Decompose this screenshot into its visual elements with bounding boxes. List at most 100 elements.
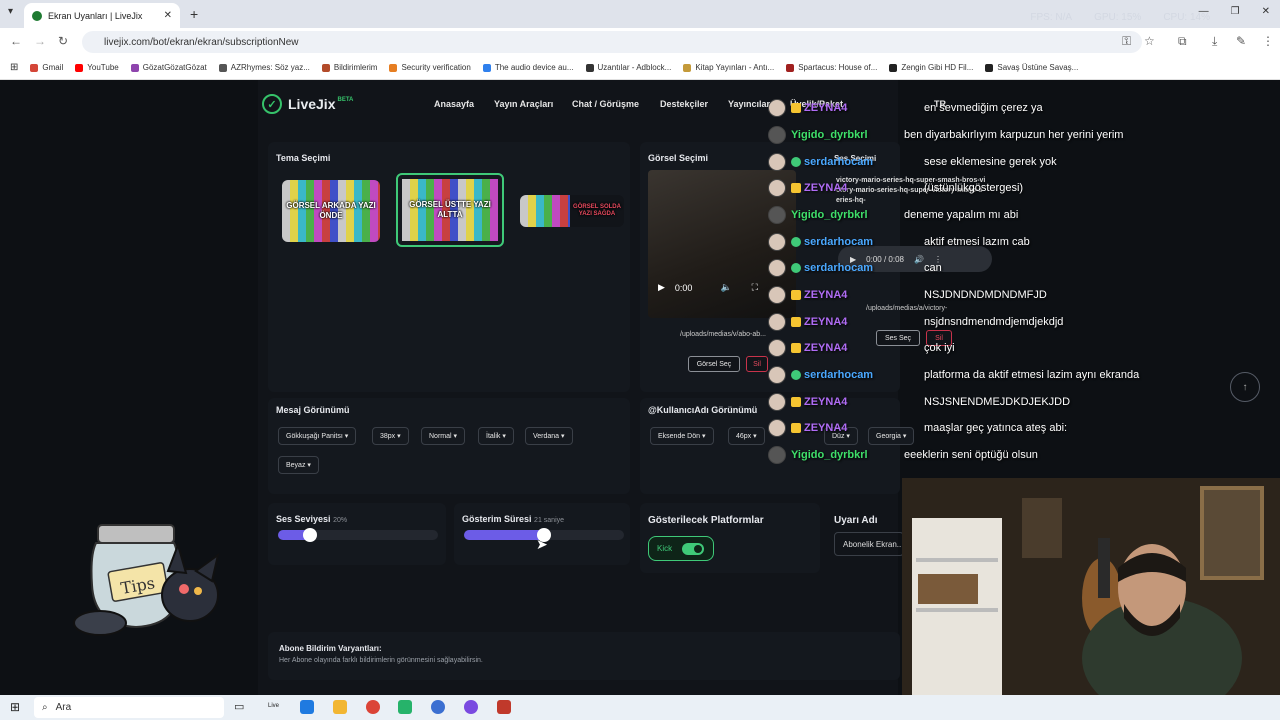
- chrome-icon[interactable]: [366, 700, 380, 714]
- volume-slider-knob[interactable]: [303, 528, 317, 542]
- minimize-icon[interactable]: —: [1199, 6, 1209, 17]
- kick-toggle[interactable]: Kick: [648, 536, 714, 561]
- chat-message: Yigido_dyrbkrl: [768, 443, 868, 467]
- new-tab-icon[interactable]: +: [190, 6, 198, 22]
- pen-icon[interactable]: ✎: [1236, 34, 1246, 48]
- message-style-select[interactable]: İtalik ▾: [478, 427, 514, 445]
- bookmark-item[interactable]: Security verification: [389, 63, 471, 72]
- bookmark-item[interactable]: Spartacus: House of...: [786, 63, 877, 72]
- bookmark-item[interactable]: Savaş Üstüne Savaş...: [985, 63, 1078, 72]
- tab-list-icon[interactable]: ▾: [8, 6, 13, 17]
- extensions-icon[interactable]: ⧉: [1178, 34, 1187, 49]
- variants-card: [268, 632, 900, 680]
- crown-badge-icon: [791, 290, 801, 300]
- app-red-icon[interactable]: [497, 700, 511, 714]
- message-color-select[interactable]: Beyaz ▾: [278, 456, 319, 474]
- audio-volume-icon[interactable]: 🔊: [914, 255, 924, 264]
- bookmark-label: Zengin Gibi HD Fil...: [901, 63, 974, 72]
- arrow-up-icon: ↑: [1242, 381, 1248, 393]
- bookmark-item[interactable]: The audio device au...: [482, 63, 574, 72]
- nav-home[interactable]: Anasayfa: [434, 99, 474, 109]
- volume-slider[interactable]: [278, 528, 438, 542]
- username-effect-select[interactable]: Eksende Dön ▾: [650, 427, 714, 445]
- webcam-scene: [902, 478, 1280, 695]
- select-sound-button[interactable]: Ses Seç: [876, 330, 920, 346]
- apps-icon[interactable]: ⊞: [10, 62, 18, 73]
- bookmark-item[interactable]: Uzantılar - Adblock...: [585, 63, 671, 72]
- chevron-down-icon: ▾: [700, 433, 706, 440]
- chat-avatar: [768, 233, 786, 251]
- nav-streamers[interactable]: Yayıncılar: [728, 99, 770, 109]
- select-value: Verdana: [533, 432, 560, 440]
- chat-message: Yigido_dyrbkrl: [768, 203, 868, 227]
- search-icon: ⌕: [42, 702, 48, 713]
- theme-option-label: GÖRSEL SOLDA YAZI SAĞDA: [573, 204, 621, 217]
- alert-name-value: Abonelik Ekran...: [843, 539, 904, 549]
- username-size-select[interactable]: 46px ▾: [728, 427, 765, 445]
- forward-icon[interactable]: →: [34, 34, 46, 48]
- close-tab-icon[interactable]: ✕: [164, 10, 172, 21]
- message-effect-select[interactable]: Gökkuşağı Panitsı ▾: [278, 427, 357, 445]
- chat-message: serdarhocam: [768, 256, 873, 280]
- star-icon[interactable]: ☆: [1144, 34, 1155, 48]
- bookmark-item[interactable]: GözatGözatGözat: [130, 63, 207, 72]
- folder-icon[interactable]: [333, 700, 347, 714]
- message-size-select[interactable]: 38px ▾: [372, 427, 409, 445]
- reload-icon[interactable]: ↻: [58, 34, 68, 48]
- crown-badge-icon: [791, 397, 801, 407]
- verified-badge-icon: [791, 157, 801, 167]
- bookmark-item[interactable]: Bildirimlerim: [321, 63, 377, 72]
- chat-text: can: [924, 262, 942, 274]
- volume-icon[interactable]: 🔈: [720, 282, 731, 293]
- live-app-icon[interactable]: Live: [268, 703, 279, 709]
- kick-switch[interactable]: [682, 542, 705, 555]
- url-bar[interactable]: livejix.com/bot/ekran/ekran/subscription…: [82, 31, 1142, 53]
- username-font-select[interactable]: Georgia ▾: [868, 427, 915, 445]
- fullscreen-icon[interactable]: ⛶: [752, 282, 758, 293]
- store-icon[interactable]: [300, 700, 314, 714]
- chat-username: ZEYNA4: [804, 396, 848, 408]
- theme-option-left[interactable]: GÖRSEL SOLDA YAZI SAĞDA: [520, 195, 624, 227]
- chat-username: ZEYNA4: [804, 102, 848, 114]
- message-font-select[interactable]: Verdana ▾: [525, 427, 573, 445]
- nav-stream-tools[interactable]: Yayın Araçları: [494, 99, 553, 109]
- bookmark-item[interactable]: Kitap Yayınları - Antı...: [683, 63, 774, 72]
- delete-visual-button[interactable]: Sil: [746, 356, 768, 372]
- app-blue-icon[interactable]: [431, 700, 445, 714]
- browser-tab[interactable]: Ekran Uyanları | LiveJix ✕: [24, 3, 180, 28]
- download-icon[interactable]: ⤓: [1212, 34, 1217, 49]
- play-icon[interactable]: ▶: [658, 282, 665, 293]
- bookmark-item[interactable]: Gmail: [30, 63, 63, 72]
- select-value: Beyaz: [286, 461, 306, 469]
- theme-option-label: GÖRSEL ARKADA YAZI ÖNDE: [286, 201, 376, 220]
- restore-icon[interactable]: ❐: [1231, 6, 1240, 17]
- app-purple-icon[interactable]: [464, 700, 478, 714]
- duration-label: Gösterim Süresi 21 saniye: [462, 514, 564, 524]
- theme-option-top[interactable]: GÖRSEL ÜSTTE YAZI ALTTA: [396, 173, 504, 247]
- task-view-icon[interactable]: ▭: [234, 700, 244, 713]
- crown-badge-icon: [791, 423, 801, 433]
- message-weight-select[interactable]: Normal ▾: [421, 427, 466, 445]
- taskbar-search[interactable]: ⌕ Ara: [34, 697, 224, 718]
- key-icon[interactable]: ⚿: [1122, 34, 1131, 49]
- bookmark-item[interactable]: Zengin Gibi HD Fil...: [889, 63, 973, 72]
- nav-supporters[interactable]: Destekçiler: [660, 99, 708, 109]
- alert-name-input[interactable]: Abonelik Ekran...: [834, 532, 904, 556]
- chat-text: NSJDNDNDMDNDMFJD: [924, 289, 1047, 301]
- beta-badge: BETA: [337, 97, 354, 103]
- visual-path: /uploads/medias/v/abo-ab...: [680, 331, 766, 338]
- webcam-feed: [902, 478, 1280, 695]
- site-logo[interactable]: ✓ LiveJix BETA: [262, 94, 353, 114]
- back-icon[interactable]: ←: [10, 34, 22, 48]
- select-visual-button[interactable]: Görsel Seç: [688, 356, 740, 372]
- nav-chat[interactable]: Chat / Görüşme: [572, 99, 639, 109]
- scroll-top-button[interactable]: ↑: [1230, 372, 1260, 402]
- theme-option-back[interactable]: GÖRSEL ARKADA YAZI ÖNDE: [282, 180, 380, 242]
- menu-icon[interactable]: ⋮: [1262, 34, 1274, 48]
- bookmark-item[interactable]: AZRhymes: Söz yaz...: [218, 63, 310, 72]
- close-window-icon[interactable]: ✕: [1262, 6, 1270, 17]
- chat-username: ZEYNA4: [804, 182, 848, 194]
- bookmark-item[interactable]: YouTube: [75, 63, 119, 72]
- app-green-icon[interactable]: [398, 700, 412, 714]
- start-icon[interactable]: ⊞: [10, 700, 20, 714]
